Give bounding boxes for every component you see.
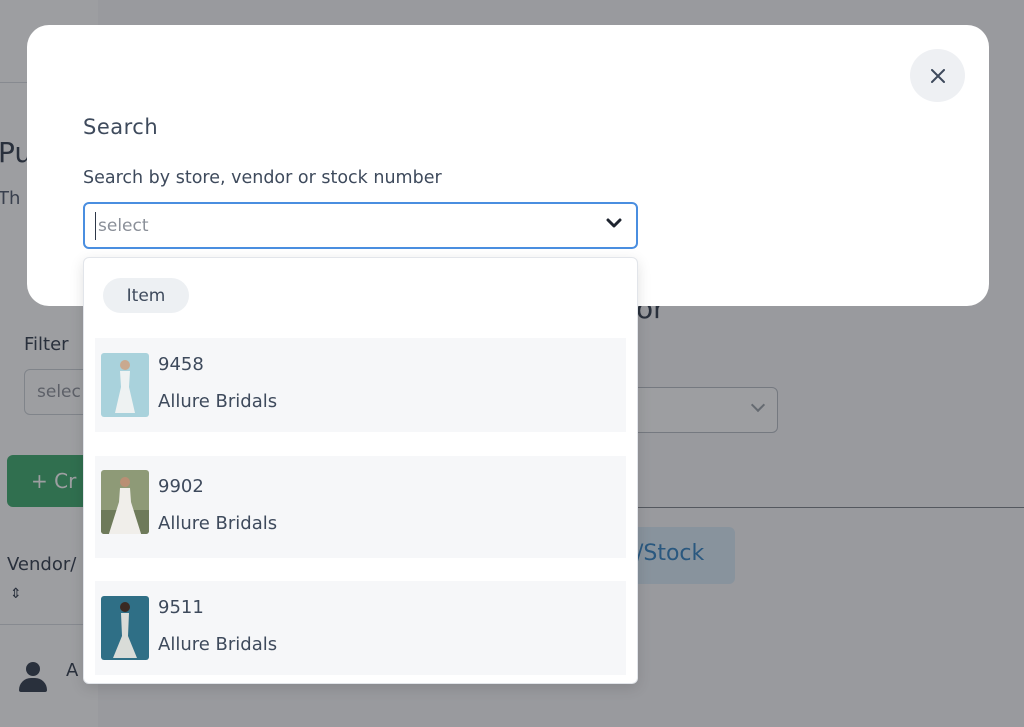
product-thumbnail xyxy=(101,470,149,534)
search-field-label: Search by store, vendor or stock number xyxy=(83,168,442,188)
close-icon xyxy=(930,68,945,83)
dropdown-option[interactable]: 9458 Allure Bridals xyxy=(95,338,626,432)
group-label-item: Item xyxy=(103,278,189,313)
option-stock-number: 9458 xyxy=(158,354,204,375)
dropdown-option[interactable]: 9511 Allure Bridals xyxy=(95,581,626,675)
close-button[interactable] xyxy=(910,49,965,102)
option-vendor-name: Allure Bridals xyxy=(158,634,278,655)
option-stock-number: 9511 xyxy=(158,597,204,618)
product-thumbnail xyxy=(101,596,149,660)
dropdown-option[interactable]: 9902 Allure Bridals xyxy=(95,456,626,558)
chevron-down-icon[interactable] xyxy=(606,218,622,230)
search-input[interactable] xyxy=(95,212,575,240)
option-vendor-name: Allure Bridals xyxy=(158,391,278,412)
search-select[interactable] xyxy=(83,202,638,249)
search-dropdown: Item 9458 Allure Bridals 9902 Allure Bri… xyxy=(83,257,638,684)
modal-title: Search xyxy=(83,115,159,139)
option-stock-number: 9902 xyxy=(158,476,204,497)
product-thumbnail xyxy=(101,353,149,417)
option-vendor-name: Allure Bridals xyxy=(158,513,278,534)
